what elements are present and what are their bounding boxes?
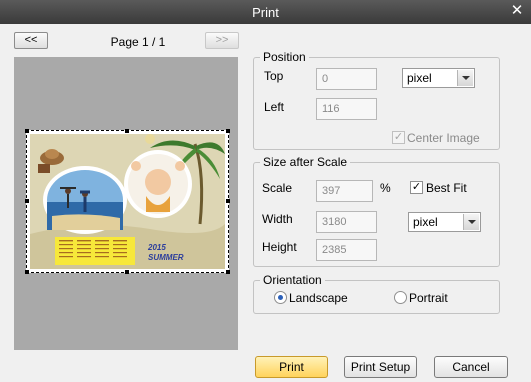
position-legend: Position: [263, 50, 306, 64]
summer-collage-illustration: 2015 SUMMER: [30, 134, 225, 269]
resize-handle-top[interactable]: [125, 129, 129, 133]
window-title: Print: [252, 5, 279, 20]
width-label: Width: [262, 212, 293, 226]
scale-field[interactable]: [316, 180, 373, 202]
print-setup-button[interactable]: Print Setup: [344, 356, 417, 378]
chevron-down-icon: [463, 214, 479, 230]
portrait-label: Portrait: [409, 291, 448, 305]
left-field[interactable]: [316, 98, 377, 120]
resize-handle-top-right[interactable]: [226, 129, 230, 133]
size-unit-value: pixel: [413, 215, 438, 229]
print-button[interactable]: Print: [255, 356, 328, 378]
center-image-label: Center Image: [407, 131, 480, 145]
resize-handle-bottom-right[interactable]: [226, 270, 230, 274]
percent-label: %: [380, 181, 391, 195]
resize-handle-bottom[interactable]: [125, 270, 129, 274]
resize-handle-bottom-left[interactable]: [25, 270, 29, 274]
portrait-radio[interactable]: [394, 291, 407, 304]
print-preview-area: 2015 SUMMER: [14, 57, 238, 350]
resize-handle-left[interactable]: [25, 199, 29, 203]
height-field[interactable]: [316, 239, 377, 261]
position-unit-select[interactable]: pixel: [402, 68, 475, 88]
page-indicator: Page 1 / 1: [110, 35, 166, 49]
landscape-label: Landscape: [289, 291, 348, 305]
top-label: Top: [264, 69, 284, 83]
height-label: Height: [262, 240, 297, 254]
chevron-down-icon: [457, 70, 473, 86]
preview-image: 2015 SUMMER: [30, 134, 225, 269]
left-label: Left: [264, 100, 285, 114]
size-unit-select[interactable]: pixel: [408, 212, 481, 232]
top-field[interactable]: [316, 68, 377, 90]
center-image-checkbox[interactable]: ✓: [392, 131, 405, 144]
resize-handle-right[interactable]: [226, 199, 230, 203]
preview-season-text: SUMMER: [148, 253, 184, 262]
width-field[interactable]: [316, 211, 377, 233]
previous-page-button[interactable]: <<: [14, 32, 48, 49]
close-icon[interactable]: ✕: [509, 3, 525, 19]
next-page-button[interactable]: >>: [205, 32, 239, 49]
preview-year-text: 2015: [147, 243, 166, 252]
resize-handle-top-left[interactable]: [25, 129, 29, 133]
landscape-radio[interactable]: [274, 291, 287, 304]
title-bar: Print ✕: [0, 0, 531, 24]
orientation-legend: Orientation: [263, 273, 322, 287]
size-after-scale-legend: Size after Scale: [263, 155, 348, 169]
scale-label: Scale: [262, 181, 293, 195]
preview-page: 2015 SUMMER: [25, 129, 230, 274]
best-fit-checkbox[interactable]: ✓: [410, 181, 423, 194]
best-fit-label: Best Fit: [426, 181, 467, 195]
position-unit-value: pixel: [407, 71, 432, 85]
cancel-button[interactable]: Cancel: [434, 356, 508, 378]
